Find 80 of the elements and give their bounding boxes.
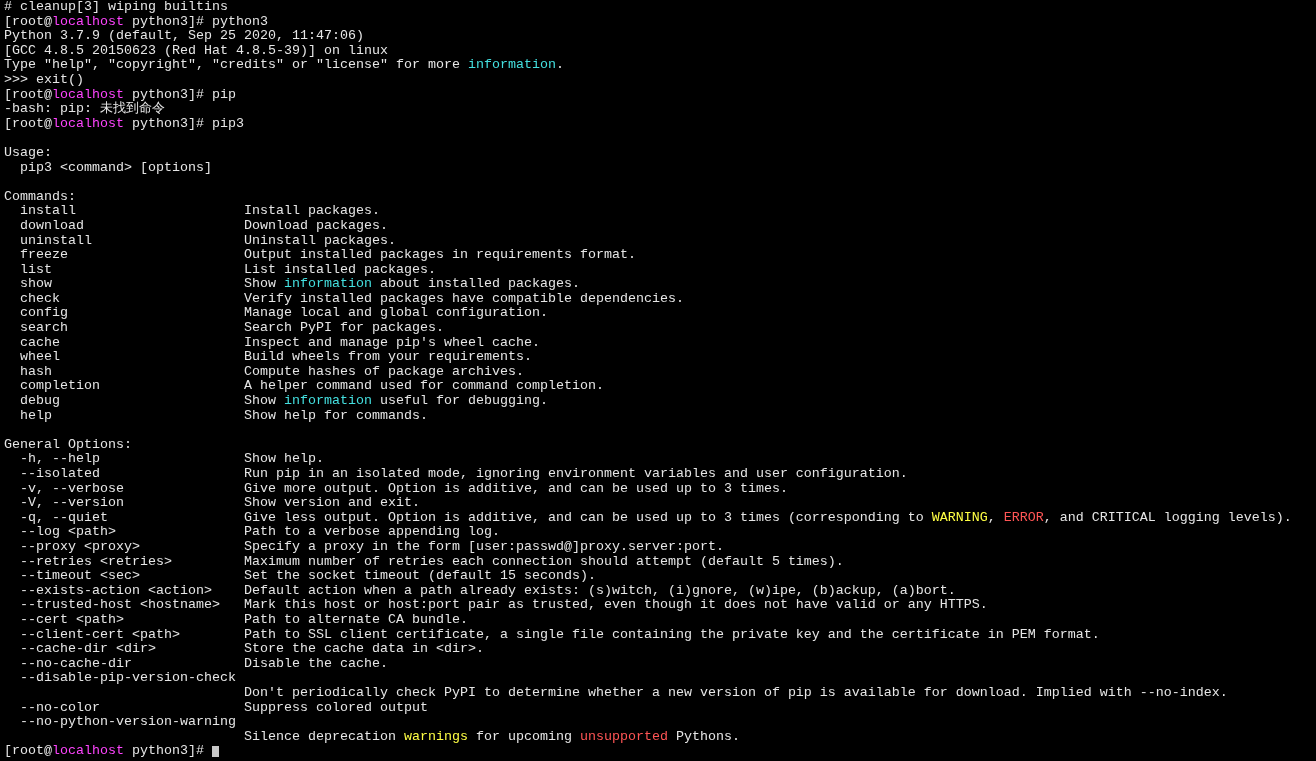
terminal-line: [root@localhost python3]# (4, 744, 205, 759)
option-description: Specify a proxy in the form [user:passwd@]proxy.server:port. (244, 539, 724, 555)
option-name: search (20, 321, 68, 336)
option-description: Run pip in an isolated mode, ignoring environment variables and user configuration. (244, 467, 908, 482)
option-name: download (20, 218, 84, 234)
option-description: Uninstall packages. (244, 233, 396, 249)
terminal-line: pip3 <command> [options] (19, 160, 212, 176)
option-description: Search PyPI for packages. (244, 321, 444, 336)
terminal-line: Commands: (4, 189, 76, 205)
option-description: Don't periodically check PyPI to determine whether a new version of pip is available for download. Implied with --no-index. (244, 685, 1228, 701)
terminal-line: [GCC 4.8.5 20150623 (Red Hat 4.8.5-39)] on linux (4, 43, 388, 59)
option-description: Maximum number of retries each connection should attempt (default 5 times). (244, 554, 844, 570)
option-description: Silence deprecation warnings for upcoming unsupported Pythons. (244, 729, 740, 745)
option-name: completion (20, 379, 100, 395)
option-name: config (20, 306, 68, 322)
terminal-line: [root@localhost python3]# pip (4, 87, 236, 102)
option-name: --no-cache-dir (20, 656, 132, 672)
option-description: Set the socket timeout (default 15 seconds). (244, 569, 596, 584)
option-description: A helper command used for command completion. (244, 379, 604, 395)
option-name: freeze (20, 248, 68, 263)
option-description: Output installed packages in requirements format. (244, 248, 636, 263)
option-name: hash (20, 364, 52, 380)
option-description: Give less output. Option is additive, and can be used up to 3 times (corresponding to WARNING, ERROR, and CRITICAL logging levels). (244, 510, 1292, 526)
option-name: install (20, 204, 76, 219)
option-description: Path to a verbose appending log. (244, 525, 500, 540)
option-description: Show information useful for debugging. (244, 394, 548, 409)
terminal-line: # cleanup[3] wiping builtins (4, 0, 228, 15)
terminal-line: >>> exit() (4, 72, 84, 88)
option-description: Download packages. (244, 218, 388, 234)
option-description: Show version and exit. (244, 496, 420, 511)
option-description: Verify installed packages have compatible dependencies. (244, 291, 684, 307)
option-description: Path to SSL client certificate, a single file containing the private key and the certificate in PEM format. (244, 627, 1100, 643)
option-description: Path to alternate CA bundle. (244, 612, 468, 628)
option-description: Store the cache data in <dir>. (244, 642, 484, 657)
option-description: Manage local and global configuration. (244, 306, 548, 322)
option-description: Build wheels from your requirements. (244, 350, 532, 365)
terminal-line: -bash: pip: 未找到命令 (4, 102, 165, 117)
option-description: Disable the cache. (244, 656, 388, 672)
option-description: Give more output. Option is additive, and can be used up to 3 times. (244, 481, 788, 497)
option-name: debug (20, 394, 60, 409)
terminal-line: Python 3.7.9 (default, Sep 25 2020, 11:47:06) (4, 29, 364, 44)
option-name: --proxy <proxy> (20, 539, 140, 555)
option-name: --trusted-host <hostname> (20, 598, 220, 613)
option-description: Inspect and manage pip's wheel cache. (244, 335, 540, 351)
option-name: -V, --version (20, 496, 124, 511)
option-name: -q, --quiet (20, 510, 108, 526)
option-name: list (20, 262, 52, 278)
option-name: show (20, 277, 52, 292)
terminal-line: General Options: (4, 437, 132, 453)
option-name: check (20, 291, 60, 307)
terminal-line: [root@localhost python3]# python3 (4, 14, 268, 30)
option-name: wheel (20, 350, 60, 365)
option-description: Show help for commands. (244, 408, 428, 424)
terminal-line: Usage: (4, 145, 52, 161)
option-name: --cache-dir <dir> (20, 642, 156, 657)
option-name: --cert <path> (20, 612, 124, 628)
option-description: Install packages. (244, 204, 380, 219)
option-description: Show information about installed packages. (244, 277, 580, 292)
option-name: uninstall (20, 233, 92, 249)
option-description: Mark this host or host:port pair as trusted, even though it does not have valid or any HTTPS. (244, 598, 988, 613)
terminal-line: [root@localhost python3]# pip3 (4, 116, 244, 132)
option-name: --timeout <sec> (20, 569, 140, 584)
option-name: --client-cert <path> (20, 627, 180, 643)
option-name: --no-python-version-warning (20, 715, 236, 730)
option-description: Compute hashes of package archives. (244, 364, 524, 380)
option-name: --isolated (20, 467, 100, 482)
option-description: Suppress colored output (244, 700, 428, 716)
option-name: -h, --help (20, 452, 100, 467)
option-description: List installed packages. (244, 262, 436, 278)
option-name: --log <path> (20, 525, 116, 540)
option-description: Show help. (244, 452, 324, 467)
option-description: Default action when a path already exists: (s)witch, (i)gnore, (w)ipe, (b)ackup, (a)bort. (244, 583, 956, 599)
terminal-line: Type "help", "copyright", "credits" or "license" for more information. (4, 58, 564, 73)
option-name: --exists-action <action> (20, 583, 212, 599)
option-name: --no-color (20, 700, 100, 716)
option-name: --disable-pip-version-check (20, 671, 236, 686)
option-name: cache (20, 335, 60, 351)
option-name: --retries <retries> (20, 554, 172, 570)
option-name: help (20, 408, 52, 424)
option-name: -v, --verbose (20, 481, 124, 497)
